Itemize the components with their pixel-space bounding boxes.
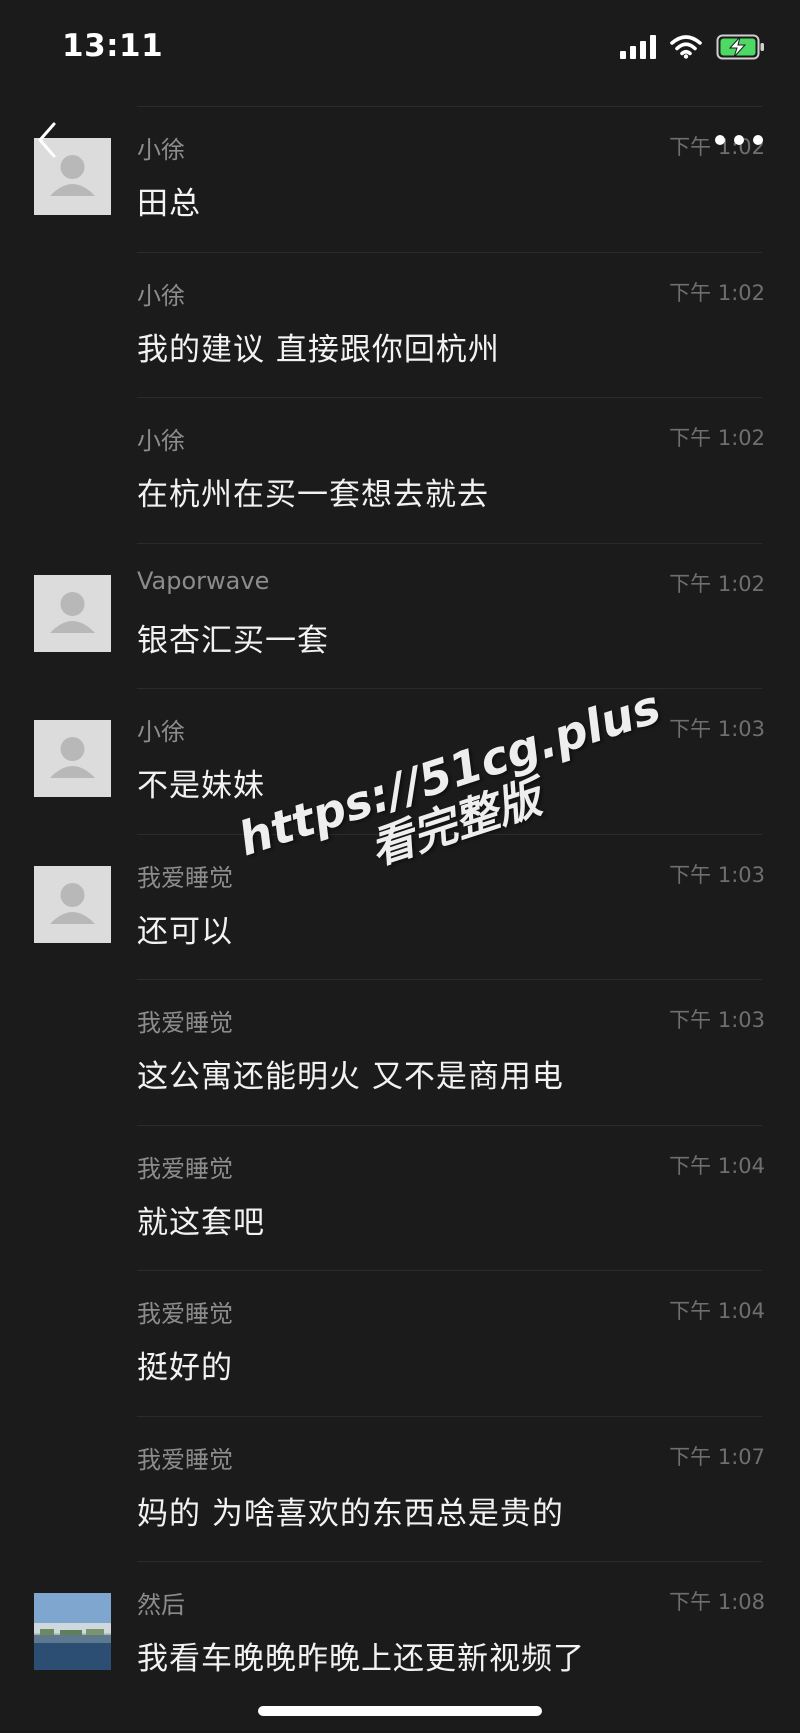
message-row[interactable]: 我爱睡觉 下午 1:07 妈的 为啥喜欢的东西总是贵的 [0, 1410, 800, 1556]
message-row[interactable]: 我爱睡觉 下午 1:03 这公寓还能明火 又不是商用电 [0, 973, 800, 1119]
message-row[interactable]: 然后 下午 1:08 我看车晚晚昨晚上还更新视频了 [0, 1555, 800, 1701]
message-time: 下午 1:04 [669, 1299, 765, 1323]
sender-name: 小徐 [137, 281, 185, 310]
message-row[interactable]: 我爱睡觉 下午 1:04 就这套吧 [0, 1119, 800, 1265]
status-icons [620, 34, 766, 64]
message-time: 下午 1:02 [669, 280, 765, 305]
chevron-left-icon[interactable] [30, 118, 62, 162]
message-text: 田总 [137, 186, 201, 222]
message-text: 我看车晚晚昨晚上还更新视频了 [137, 1641, 585, 1677]
message-row[interactable]: 小徐 下午 1:02 我的建议 直接跟你回杭州 [0, 246, 800, 392]
message-text: 我的建议 直接跟你回杭州 [137, 331, 500, 368]
message-row[interactable]: 小徐 下午 1:02 在杭州在买一套想去就去 [0, 391, 800, 537]
message-text: 在杭州在买一套想去就去 [137, 477, 489, 513]
message-time: 下午 1:08 [669, 1590, 765, 1614]
more-dots-icon[interactable] [712, 130, 766, 150]
sender-name: 我爱睡觉 [137, 1445, 233, 1474]
status-time: 13:11 [62, 28, 164, 64]
message-text: 这公寓还能明火 又不是商用电 [137, 1059, 564, 1095]
sender-name: 我爱睡觉 [137, 1154, 233, 1183]
home-indicator[interactable] [258, 1706, 542, 1716]
sender-name: Vaporwave [137, 566, 270, 595]
avatar[interactable] [34, 574, 111, 652]
message-text: 就这套吧 [137, 1204, 265, 1241]
sender-name: 然后 [137, 1591, 185, 1619]
wifi-icon [670, 35, 702, 63]
signal-icon [620, 35, 656, 63]
avatar-photo[interactable] [34, 1593, 111, 1670]
message-row[interactable]: 我爱睡觉 下午 1:03 还可以 [0, 828, 800, 974]
message-time: 下午 1:02 [669, 571, 765, 596]
sender-name: 我爱睡觉 [137, 1300, 233, 1328]
battery-charging-icon [716, 34, 766, 64]
message-time: 下午 1:02 [669, 426, 765, 450]
message-time: 下午 1:07 [669, 1444, 765, 1469]
message-text: 挺好的 [137, 1350, 233, 1386]
message-text: 不是妹妹 [137, 768, 265, 804]
message-time: 下午 1:03 [669, 1008, 765, 1032]
status-bar: 13:11 [0, 0, 800, 100]
sender-name: 我爱睡觉 [137, 1009, 233, 1037]
message-row[interactable]: Vaporwave 下午 1:02 银杏汇买一套 [0, 537, 800, 683]
sender-name: 小徐 [137, 427, 185, 455]
nav-bar [0, 100, 800, 180]
sender-name: 我爱睡觉 [137, 863, 233, 892]
message-time: 下午 1:03 [669, 862, 765, 887]
message-row[interactable]: 我爱睡觉 下午 1:04 挺好的 [0, 1264, 800, 1410]
avatar[interactable] [34, 720, 111, 797]
message-text: 银杏汇买一套 [137, 622, 329, 659]
message-list[interactable]: 小徐 下午 1:02 田总 小徐 下午 1:02 我的建议 直接跟你回杭州 小徐… [0, 100, 800, 1701]
message-time: 下午 1:04 [669, 1153, 765, 1178]
avatar[interactable] [34, 865, 111, 943]
sender-name: 小徐 [137, 718, 185, 746]
message-text: 妈的 为啥喜欢的东西总是贵的 [137, 1495, 564, 1532]
message-time: 下午 1:03 [669, 717, 765, 741]
message-text: 还可以 [137, 913, 233, 950]
message-row[interactable]: 小徐 下午 1:03 不是妹妹 [0, 682, 800, 828]
